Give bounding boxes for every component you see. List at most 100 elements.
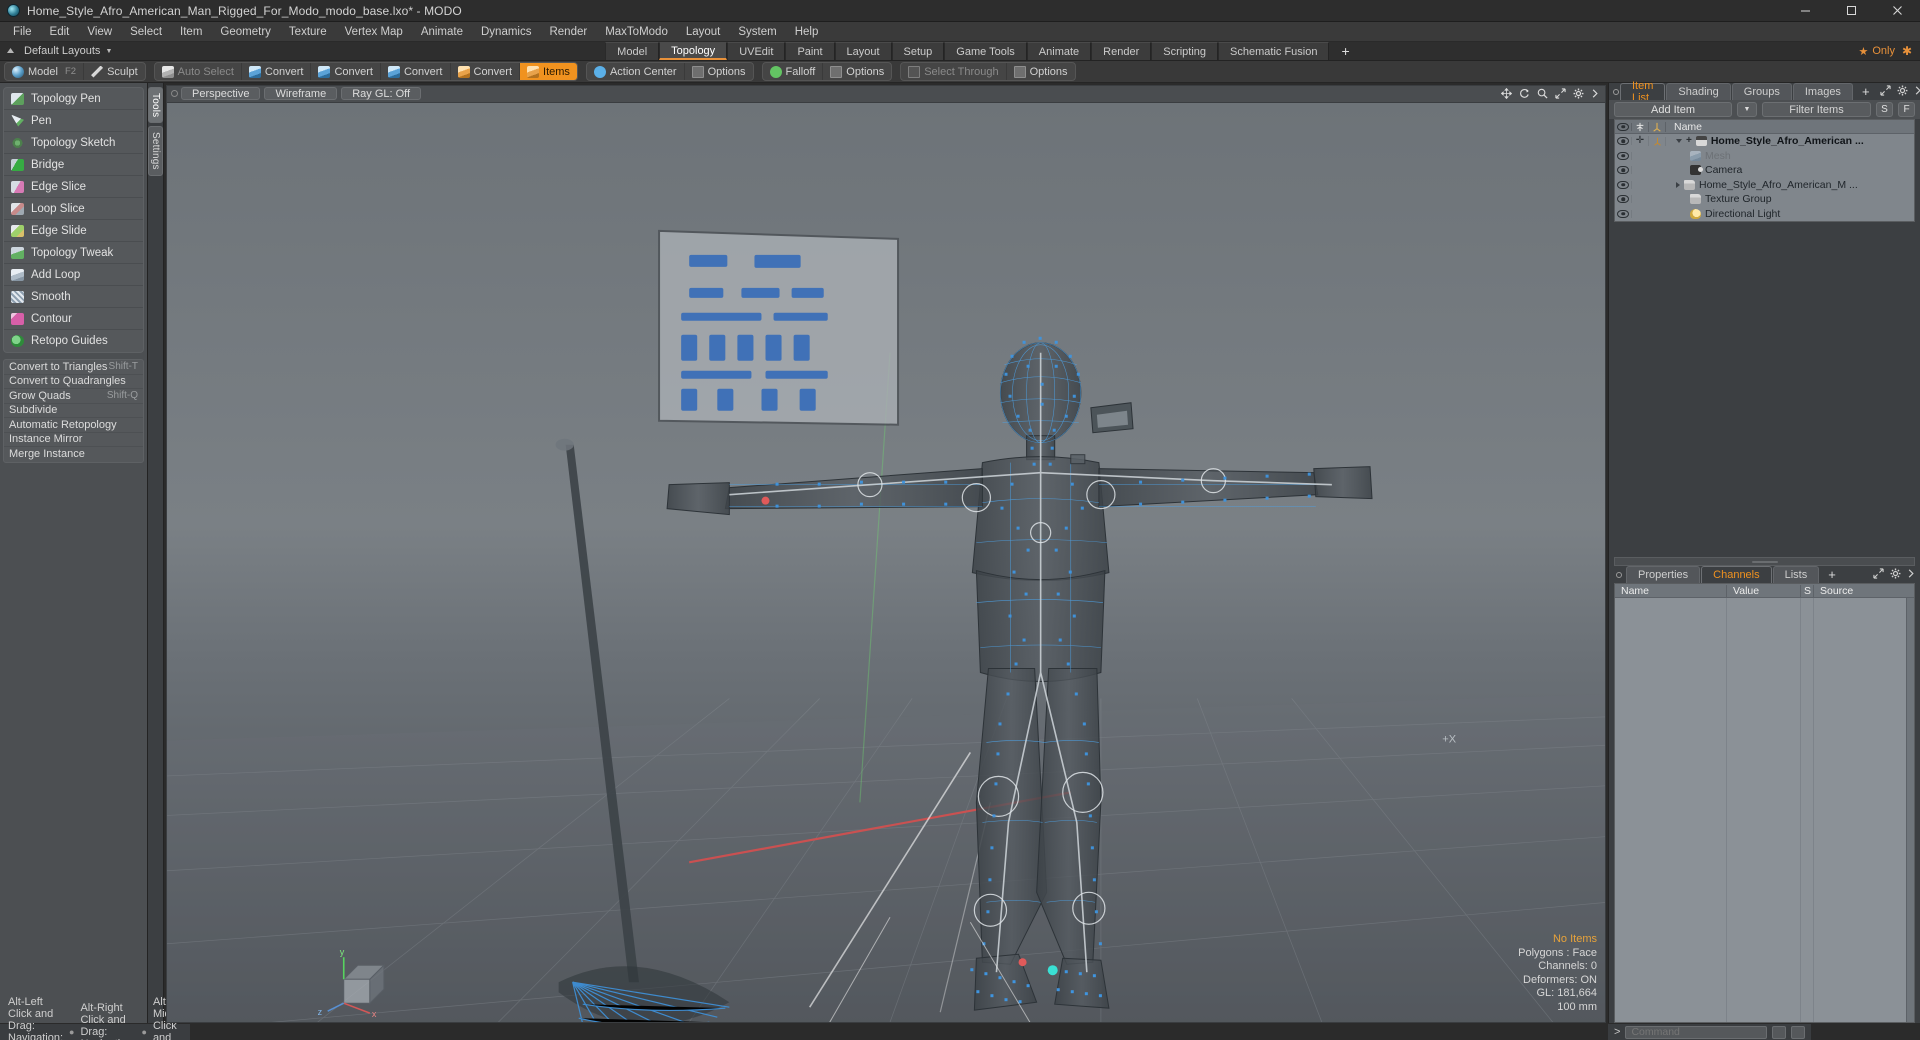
table-row[interactable]: Mesh — [1615, 149, 1914, 164]
cmd-merge-instance[interactable]: Merge Instance — [4, 447, 143, 462]
tool-pen[interactable]: Pen — [4, 110, 143, 132]
move-icon[interactable] — [1501, 88, 1512, 100]
panel-menu-icon[interactable] — [1613, 83, 1619, 100]
tool-contour[interactable]: Contour — [4, 308, 143, 330]
menu-item[interactable]: Item — [171, 22, 211, 42]
row-visibility-toggle[interactable] — [1615, 137, 1632, 146]
menu-help[interactable]: Help — [786, 22, 828, 42]
tab-channels[interactable]: Channels — [1701, 566, 1772, 583]
row-visibility-toggle[interactable] — [1615, 166, 1632, 175]
menu-animate[interactable]: Animate — [412, 22, 472, 42]
row-visibility-toggle[interactable] — [1615, 195, 1632, 204]
viewport-perspective-button[interactable]: Perspective — [181, 87, 261, 101]
tab-shading[interactable]: Shading — [1666, 83, 1731, 100]
menu-file[interactable]: File — [4, 22, 41, 42]
tab-lists[interactable]: Lists — [1772, 566, 1820, 583]
tab-model[interactable]: Model — [605, 42, 660, 60]
tool-edge-slide[interactable]: Edge Slide — [4, 220, 143, 242]
row-anim-cell[interactable] — [1649, 136, 1666, 146]
panel-menu-icon[interactable] — [1613, 566, 1625, 583]
tab-item-list[interactable]: Item List — [1620, 80, 1666, 104]
tab-animate[interactable]: Animate — [1026, 42, 1092, 60]
menu-select[interactable]: Select — [121, 22, 171, 42]
tab-scripting[interactable]: Scripting — [1151, 42, 1219, 60]
table-row[interactable]: Texture Group — [1615, 192, 1914, 207]
cmd-grow-quads[interactable]: Grow Quads Shift-Q — [4, 389, 143, 404]
rotate-icon[interactable] — [1519, 88, 1530, 99]
cmd-convert-to-quadrangles[interactable]: Convert to Quadrangles — [4, 375, 143, 389]
add-child-icon[interactable]: + — [1686, 136, 1692, 146]
menu-geometry[interactable]: Geometry — [211, 22, 280, 42]
expander-icon[interactable] — [1676, 181, 1680, 188]
row-lock-cell[interactable]: ✛ — [1632, 136, 1649, 147]
only-toggle[interactable]: ★ Only — [1858, 45, 1895, 58]
default-layouts-dropdown[interactable]: Default Layouts ▼ — [20, 42, 122, 60]
chevron-right-icon[interactable] — [1907, 566, 1915, 584]
gear-icon[interactable] — [1573, 88, 1584, 99]
tab-properties[interactable]: Properties — [1626, 566, 1701, 583]
items-button[interactable]: Items — [520, 63, 577, 80]
command-input[interactable] — [1625, 1025, 1768, 1039]
table-row[interactable]: Home_Style_Afro_American_M ... — [1615, 178, 1914, 193]
minimize-button[interactable] — [1782, 0, 1828, 22]
viewport-wireframe-button[interactable]: Wireframe — [264, 87, 338, 101]
convert-button-4[interactable]: Convert — [451, 63, 521, 80]
tab-game-tools[interactable]: Game Tools — [944, 42, 1027, 60]
gear-icon[interactable] — [1897, 83, 1908, 101]
tab-render[interactable]: Render — [1091, 42, 1152, 60]
falloff-button[interactable]: Falloff — [763, 63, 824, 80]
chevron-right-icon[interactable] — [1914, 83, 1920, 101]
tool-retopo-guides[interactable]: Retopo Guides — [4, 330, 143, 352]
tab-uvedit[interactable]: UVEdit — [727, 42, 786, 60]
tab-groups[interactable]: Groups — [1731, 83, 1792, 100]
tab-schematic-fusion[interactable]: Schematic Fusion — [1218, 42, 1330, 60]
tool-bridge[interactable]: Bridge — [4, 154, 143, 176]
tool-topology-sketch[interactable]: Topology Sketch — [4, 132, 143, 154]
menu-layout[interactable]: Layout — [677, 22, 730, 42]
row-visibility-toggle[interactable] — [1615, 180, 1632, 189]
3d-viewport[interactable]: +X y x z No Items Polygons: Face Channe… — [166, 101, 1606, 1023]
menu-render[interactable]: Render — [540, 22, 596, 42]
tool-loop-slice[interactable]: Loop Slice — [4, 198, 143, 220]
filter-f-button[interactable]: F — [1898, 102, 1915, 117]
menu-view[interactable]: View — [78, 22, 121, 42]
maximize-button[interactable] — [1828, 0, 1874, 22]
table-row[interactable]: Camera — [1615, 163, 1914, 178]
cmd-convert-to-triangles[interactable]: Convert to Triangles Shift-T — [4, 360, 143, 375]
close-button[interactable] — [1874, 0, 1920, 22]
tool-topology-tweak[interactable]: Topology Tweak — [4, 242, 143, 264]
row-visibility-toggle[interactable] — [1615, 209, 1632, 218]
chevron-down-icon[interactable]: ▼ — [1737, 102, 1757, 117]
menu-maxtomodo[interactable]: MaxToModo — [596, 22, 677, 42]
fit-icon[interactable] — [1555, 88, 1566, 100]
menu-texture[interactable]: Texture — [280, 22, 336, 42]
tab-paint[interactable]: Paint — [785, 42, 835, 60]
row-visibility-toggle[interactable] — [1615, 151, 1632, 160]
channels-add-tab-button[interactable]: + — [1820, 566, 1844, 583]
menu-edit[interactable]: Edit — [41, 22, 79, 42]
command-run-icon[interactable] — [1791, 1025, 1806, 1039]
convert-button-3[interactable]: Convert — [381, 63, 451, 80]
tab-layout[interactable]: Layout — [834, 42, 892, 60]
panel-resize-handle[interactable] — [1614, 557, 1915, 566]
expand-icon[interactable] — [1879, 83, 1891, 101]
menu-vertex-map[interactable]: Vertex Map — [336, 22, 412, 42]
tab-images[interactable]: Images — [1792, 83, 1853, 100]
viewport-menu-icon[interactable] — [171, 90, 178, 98]
add-tab-button[interactable]: + — [1329, 42, 1361, 60]
tab-setup[interactable]: Setup — [891, 42, 945, 60]
channels-body[interactable] — [1615, 598, 1914, 1022]
add-item-button[interactable]: Add Item — [1614, 102, 1732, 117]
cmd-subdivide[interactable]: Subdivide — [4, 404, 143, 418]
convert-button-1[interactable]: Convert — [242, 63, 312, 80]
tab-topology[interactable]: Topology — [659, 42, 728, 60]
vtab-tools[interactable]: Tools — [148, 87, 163, 124]
viewport-raygl-button[interactable]: Ray GL: Off — [341, 87, 422, 101]
select-through-button[interactable]: Select Through — [901, 63, 1007, 80]
select-through-options-button[interactable]: Options — [1007, 63, 1075, 80]
menu-system[interactable]: System — [729, 22, 785, 42]
table-row[interactable]: ✛ + Home_Style_Afro_American ... — [1615, 134, 1914, 149]
expander-icon[interactable] — [1676, 139, 1682, 144]
table-row[interactable]: Directional Light — [1615, 207, 1914, 222]
falloff-options-button[interactable]: Options — [823, 63, 891, 80]
